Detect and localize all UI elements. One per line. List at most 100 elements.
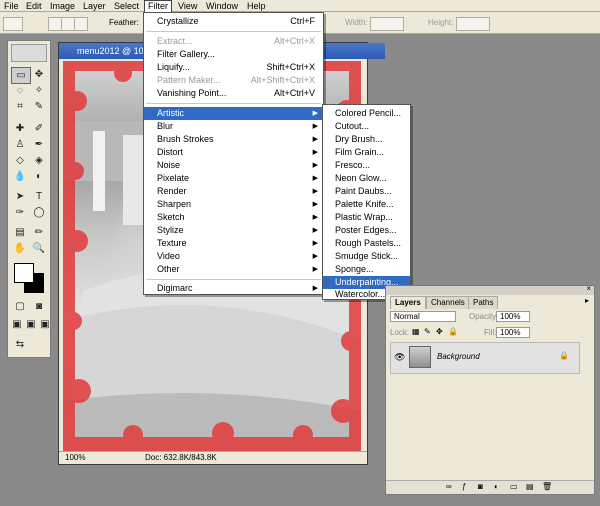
quick-mask-mode-icon[interactable]: ◙ xyxy=(30,299,48,314)
menu-item-other[interactable]: Other ▶ xyxy=(144,263,323,276)
paint-bucket-icon[interactable]: ◈ xyxy=(30,153,48,168)
hand-tool-icon[interactable]: ✋ xyxy=(11,241,29,256)
menu-item-vanishing-point[interactable]: Vanishing Point... Alt+Ctrl+V xyxy=(144,87,323,100)
menu-item-distort[interactable]: Distort ▶ xyxy=(144,146,323,159)
submenu-item-film-grain[interactable]: Film Grain... xyxy=(323,146,410,159)
close-icon[interactable]: × xyxy=(586,284,591,293)
submenu-item-sponge[interactable]: Sponge... xyxy=(323,263,410,276)
menu-file[interactable]: File xyxy=(1,0,22,12)
submenu-arrow-icon: ▶ xyxy=(312,175,318,182)
menu-item-sharpen[interactable]: Sharpen ▶ xyxy=(144,198,323,211)
submenu-item-smudge-stick[interactable]: Smudge Stick... xyxy=(323,250,410,263)
crop-tool-icon[interactable]: ⌗ xyxy=(11,99,29,114)
lasso-tool-icon[interactable]: ◌ xyxy=(11,83,29,98)
submenu-item-cutout[interactable]: Cutout... xyxy=(323,120,410,133)
submenu-item-rough-pastels[interactable]: Rough Pastels... xyxy=(323,237,410,250)
menu-view[interactable]: View xyxy=(175,0,200,12)
menu-help[interactable]: Help xyxy=(244,0,269,12)
menu-item-brush-strokes[interactable]: Brush Strokes ▶ xyxy=(144,133,323,146)
width-field[interactable] xyxy=(370,17,404,31)
menu-image[interactable]: Image xyxy=(47,0,78,12)
adjustment-layer-icon[interactable]: ◐ xyxy=(494,482,499,491)
healing-brush-icon[interactable]: ✚ xyxy=(11,121,29,136)
blend-mode-select[interactable]: Normal xyxy=(390,311,456,322)
trash-icon[interactable]: 🗑 xyxy=(542,482,552,491)
layer-style-icon[interactable]: ƒ xyxy=(462,482,466,491)
menu-item-sketch[interactable]: Sketch ▶ xyxy=(144,211,323,224)
submenu-arrow-icon: ▶ xyxy=(312,201,318,208)
submenu-item-poster-edges[interactable]: Poster Edges... xyxy=(323,224,410,237)
lock-all-icon[interactable]: 🔒 xyxy=(448,327,458,336)
menu-item-noise[interactable]: Noise ▶ xyxy=(144,159,323,172)
eyedropper-icon[interactable]: ✏ xyxy=(30,225,48,240)
history-brush-icon[interactable]: ✒ xyxy=(30,137,48,152)
fill-label: Fill: xyxy=(484,328,497,337)
menu-window[interactable]: Window xyxy=(203,0,241,12)
submenu-item-colored-pencil[interactable]: Colored Pencil... xyxy=(323,107,410,120)
palette-menu-icon[interactable]: ▸ xyxy=(585,296,589,305)
zoom-level[interactable]: 100% xyxy=(65,452,85,464)
layer-name[interactable]: Background xyxy=(437,352,480,361)
submenu-item-plastic-wrap[interactable]: Plastic Wrap... xyxy=(323,211,410,224)
opacity-field[interactable]: 100% xyxy=(496,311,530,322)
tab-channels[interactable]: Channels xyxy=(426,296,470,309)
add-selection-icon[interactable] xyxy=(61,17,75,31)
menu-item-blur[interactable]: Blur ▶ xyxy=(144,120,323,133)
menu-item-liquify[interactable]: Liquify... Shift+Ctrl+X xyxy=(144,61,323,74)
tool-preset-picker[interactable] xyxy=(3,17,23,31)
new-group-icon[interactable]: ▭ xyxy=(510,482,518,491)
submenu-item-fresco[interactable]: Fresco... xyxy=(323,159,410,172)
jump-to-imageready-icon[interactable]: ⇆ xyxy=(11,337,29,352)
menu-item-render[interactable]: Render ▶ xyxy=(144,185,323,198)
menu-edit[interactable]: Edit xyxy=(23,0,45,12)
submenu-item-neon-glow[interactable]: Neon Glow... xyxy=(323,172,410,185)
menu-layer[interactable]: Layer xyxy=(80,0,109,12)
eye-visibility-icon[interactable]: 👁 xyxy=(394,352,405,363)
notes-tool-icon[interactable]: ▤ xyxy=(11,225,29,240)
submenu-item-palette-knife[interactable]: Palette Knife... xyxy=(323,198,410,211)
subtract-selection-icon[interactable] xyxy=(74,17,88,31)
tab-layers[interactable]: Layers xyxy=(390,296,426,309)
submenu-item-paint-daubs[interactable]: Paint Daubs... xyxy=(323,185,410,198)
marquee-tool-icon[interactable]: ▭ xyxy=(11,67,31,84)
palette-title-bar[interactable]: × xyxy=(386,284,594,295)
menu-item-filter-gallery[interactable]: Filter Gallery... xyxy=(144,48,323,61)
layer-mask-icon[interactable]: ◙ xyxy=(478,482,483,491)
lock-position-icon[interactable]: ✥ xyxy=(436,327,443,336)
blur-tool-icon[interactable]: 💧 xyxy=(11,169,29,184)
standard-mode-icon[interactable]: ▢ xyxy=(11,299,29,314)
menu-item-crystallize[interactable]: Crystallize Ctrl+F xyxy=(144,15,323,28)
brush-tool-icon[interactable]: ✐ xyxy=(30,121,48,136)
shape-tool-icon[interactable]: ◯ xyxy=(30,205,48,220)
dodge-tool-icon[interactable]: ◐ xyxy=(30,169,48,184)
tab-paths[interactable]: Paths xyxy=(468,296,499,309)
type-tool-icon[interactable]: T xyxy=(30,189,48,204)
lock-transparency-icon[interactable]: ▦ xyxy=(412,327,420,336)
menu-item-stylize[interactable]: Stylize ▶ xyxy=(144,224,323,237)
menu-item-artistic[interactable]: Artistic ▶ xyxy=(144,107,323,120)
new-selection-icon[interactable] xyxy=(48,17,62,31)
menu-item-video[interactable]: Video ▶ xyxy=(144,250,323,263)
move-tool-icon[interactable]: ✥ xyxy=(30,67,48,82)
screen-mode-full-icon[interactable]: ▣ xyxy=(36,317,54,332)
menu-select[interactable]: Select xyxy=(111,0,142,12)
menu-item-texture[interactable]: Texture ▶ xyxy=(144,237,323,250)
magic-wand-icon[interactable]: ✧ xyxy=(30,83,48,98)
clone-stamp-icon[interactable]: ♙ xyxy=(11,137,29,152)
slice-tool-icon[interactable]: ✎ xyxy=(30,99,48,114)
pen-tool-icon[interactable]: ✑ xyxy=(11,205,29,220)
height-field[interactable] xyxy=(456,17,490,31)
eraser-tool-icon[interactable]: ◇ xyxy=(11,153,29,168)
foreground-color-swatch[interactable] xyxy=(14,263,34,283)
new-layer-icon[interactable]: ▤ xyxy=(526,482,534,491)
link-layers-icon[interactable]: ∞ xyxy=(446,482,452,491)
layer-row[interactable]: 👁 Background 🔒 xyxy=(390,342,580,374)
menu-item-pixelate[interactable]: Pixelate ▶ xyxy=(144,172,323,185)
zoom-tool-icon[interactable]: 🔍 xyxy=(30,241,48,256)
lock-image-icon[interactable]: ✎ xyxy=(424,327,431,336)
menu-item-digimarc[interactable]: Digimarc ▶ xyxy=(144,282,323,295)
submenu-item-dry-brush[interactable]: Dry Brush... xyxy=(323,133,410,146)
menu-separator xyxy=(146,31,321,32)
path-select-icon[interactable]: ➤ xyxy=(11,189,29,204)
fill-field[interactable]: 100% xyxy=(496,327,530,338)
